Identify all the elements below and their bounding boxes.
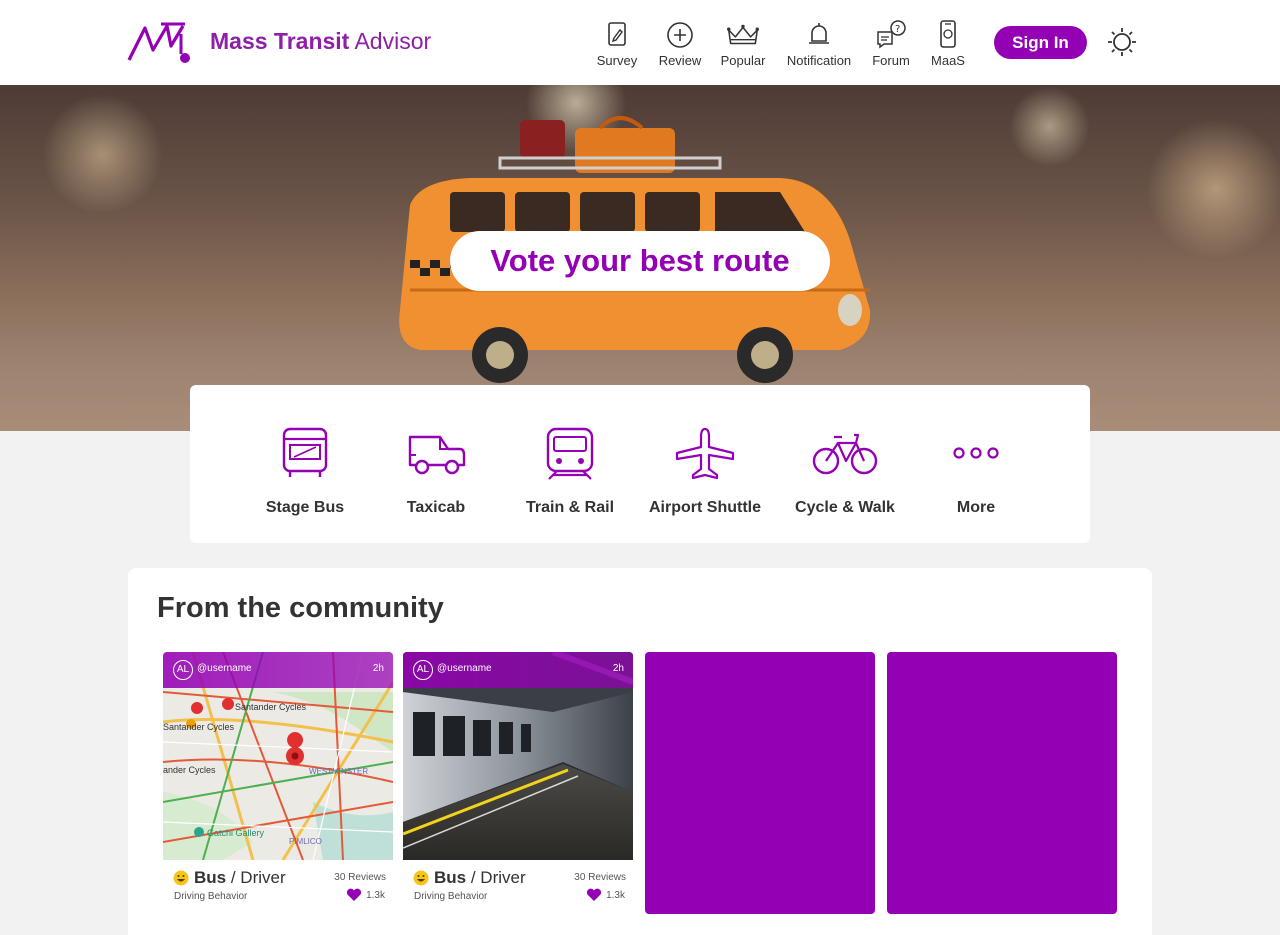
post-mode-role: / Driver bbox=[470, 868, 526, 887]
category-cycle-walk[interactable]: Cycle & Walk bbox=[770, 425, 920, 517]
sun-icon[interactable] bbox=[1106, 26, 1138, 58]
post-mode-type: Bus bbox=[434, 868, 467, 887]
bus-icon bbox=[282, 427, 328, 477]
post-topic: Driving Behavior bbox=[174, 891, 248, 902]
category-more[interactable]: More bbox=[901, 425, 1051, 517]
category-train-rail[interactable]: Train & Rail bbox=[495, 425, 645, 517]
grinning-face-icon bbox=[173, 870, 189, 886]
nav-survey[interactable]: Survey bbox=[592, 18, 642, 74]
post-review-count[interactable]: 30 Reviews bbox=[574, 872, 626, 883]
brand-light: Advisor bbox=[354, 28, 432, 54]
post-meta: Bus / Driver 30 Reviews Driving Behavior… bbox=[163, 860, 393, 914]
post-mode-type: Bus bbox=[194, 868, 227, 887]
train-icon bbox=[546, 427, 594, 480]
nav-forum-label: Forum bbox=[872, 53, 910, 68]
post-mode: Bus / Driver bbox=[194, 868, 286, 888]
hero-banner: Vote your best route bbox=[0, 85, 1280, 431]
category-taxicab[interactable]: Taxicab bbox=[361, 425, 511, 517]
plus-circle-icon bbox=[667, 22, 693, 48]
post-username[interactable]: @username bbox=[437, 663, 492, 674]
post-username[interactable]: @username bbox=[197, 663, 252, 674]
category-stage-bus-label: Stage Bus bbox=[265, 499, 345, 516]
post-likes-count: 1.3k bbox=[606, 889, 625, 901]
post-likes[interactable]: 1.3k bbox=[586, 888, 625, 902]
category-cycle-walk-label: Cycle & Walk bbox=[795, 499, 895, 516]
category-stage-bus[interactable]: Stage Bus bbox=[230, 425, 380, 517]
post-likes[interactable]: 1.3k bbox=[346, 888, 385, 902]
map-label: Gatchi Gallery bbox=[207, 828, 265, 838]
map-label: PIMLICO bbox=[289, 837, 322, 846]
heart-icon bbox=[347, 888, 362, 901]
nav-notification[interactable]: Notification bbox=[782, 18, 856, 74]
bell-icon bbox=[809, 23, 829, 44]
post-header: AL @username 2h bbox=[163, 652, 393, 688]
category-taxicab-label: Taxicab bbox=[406, 499, 466, 516]
post-meta: Bus / Driver 30 Reviews Driving Behavior… bbox=[403, 860, 633, 914]
plane-icon bbox=[675, 427, 735, 480]
map-label: Santander Cycles bbox=[235, 702, 307, 712]
nav-maas[interactable]: MaaS bbox=[926, 18, 970, 74]
more-icon bbox=[953, 447, 999, 459]
post-age: 2h bbox=[372, 663, 384, 674]
survey-icon bbox=[608, 22, 626, 46]
post-review-count[interactable]: 30 Reviews bbox=[334, 872, 386, 883]
forum-icon: ? bbox=[877, 20, 906, 49]
post-likes-count: 1.3k bbox=[366, 889, 385, 901]
avatar[interactable]: AL bbox=[173, 660, 193, 680]
logo-icon[interactable] bbox=[127, 20, 193, 64]
nav-notification-label: Notification bbox=[786, 53, 852, 68]
nav-popular[interactable]: Popular bbox=[716, 18, 770, 74]
category-train-rail-label: Train & Rail bbox=[525, 499, 615, 516]
brand-name[interactable]: Mass Transit Advisor bbox=[210, 28, 431, 55]
nav-review-label: Review bbox=[658, 53, 702, 68]
crown-icon bbox=[727, 24, 759, 45]
map-label: ander Cycles bbox=[163, 765, 216, 775]
nav-maas-label: MaaS bbox=[931, 53, 965, 68]
post-mode-role: / Driver bbox=[230, 868, 286, 887]
category-airport-shuttle-label: Airport Shuttle bbox=[649, 499, 761, 516]
svg-text:?: ? bbox=[895, 24, 900, 35]
vote-route-button[interactable]: Vote your best route bbox=[450, 231, 830, 291]
post-mode: Bus / Driver bbox=[434, 868, 526, 888]
post-card-placeholder[interactable] bbox=[887, 652, 1117, 914]
post-card[interactable]: Santander Cycles Santander Cycles ander … bbox=[163, 652, 393, 914]
phone-icon bbox=[940, 20, 956, 48]
post-age: 2h bbox=[612, 663, 624, 674]
nav-survey-label: Survey bbox=[596, 53, 638, 68]
top-header: Mass Transit Advisor Survey Review Popul… bbox=[0, 0, 1280, 85]
nav-review[interactable]: Review bbox=[655, 18, 705, 74]
map-label: WESTMINSTER bbox=[309, 767, 368, 776]
community-title: From the community bbox=[157, 592, 444, 624]
heart-icon bbox=[587, 888, 602, 901]
category-airport-shuttle[interactable]: Airport Shuttle bbox=[630, 425, 780, 517]
sign-in-button[interactable]: Sign In bbox=[994, 26, 1087, 59]
avatar[interactable]: AL bbox=[413, 660, 433, 680]
community-section: From the community Santander Cycles Sant… bbox=[128, 568, 1152, 935]
nav-forum[interactable]: ? Forum bbox=[868, 18, 914, 74]
taxi-icon bbox=[408, 435, 466, 475]
nav-popular-label: Popular bbox=[720, 53, 766, 68]
brand-bold: Mass Transit bbox=[210, 28, 350, 54]
category-more-label: More bbox=[956, 499, 996, 516]
transport-categories: Stage Bus Taxicab Train & Rail Airport S… bbox=[190, 385, 1090, 543]
post-card-placeholder[interactable] bbox=[645, 652, 875, 914]
grinning-face-icon bbox=[413, 870, 429, 886]
bicycle-icon bbox=[812, 433, 878, 475]
post-card[interactable]: AL @username 2h Bus / Driver 30 Reviews … bbox=[403, 652, 633, 914]
post-header: AL @username 2h bbox=[403, 652, 633, 688]
post-topic: Driving Behavior bbox=[414, 891, 488, 902]
map-label: Santander Cycles bbox=[163, 722, 235, 732]
